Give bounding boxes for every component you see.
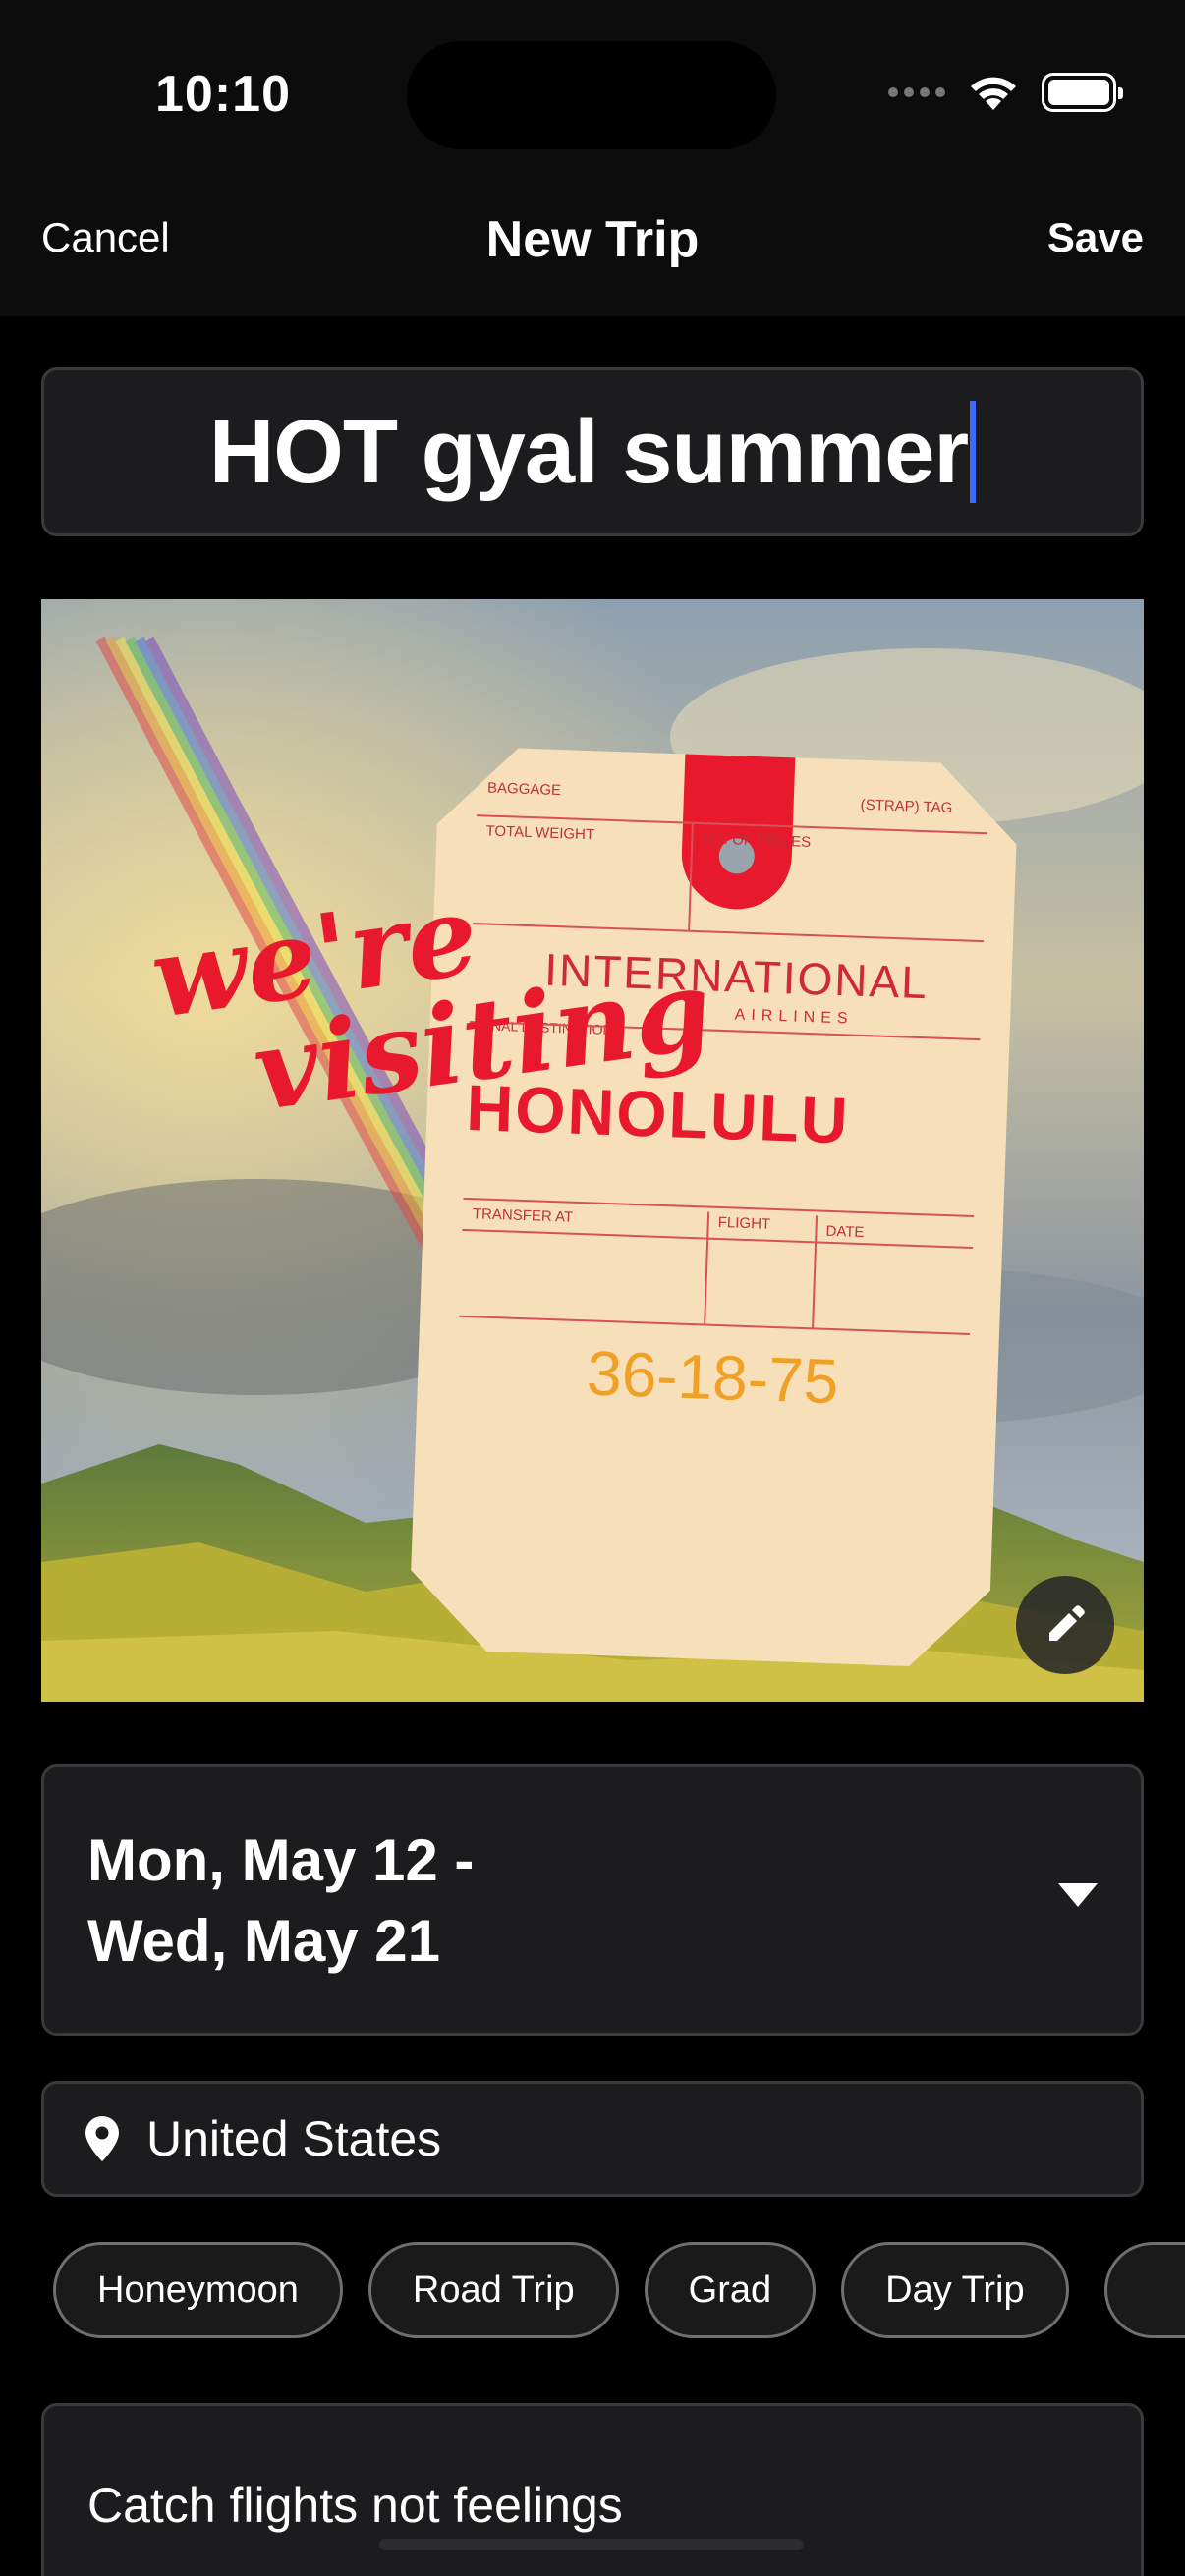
- chip-road-trip[interactable]: Road Trip: [367, 2242, 619, 2338]
- map-pin-icon: [85, 2116, 119, 2161]
- chip-grad[interactable]: Grad: [644, 2242, 817, 2338]
- tag-transfer-label: TRANSFER AT: [473, 1205, 574, 1226]
- chip-honeymoon[interactable]: Honeymoon: [53, 2242, 343, 2338]
- notes-value: Catch flights not feelings: [87, 2478, 623, 2533]
- wifi-icon: [971, 77, 1016, 110]
- trip-type-chips: Honeymoon Road Trip Grad Day Trip: [53, 2242, 1069, 2338]
- trip-name-input[interactable]: HOT gyal summer: [41, 367, 1144, 536]
- date-range-start: Mon, May 12 -: [87, 1827, 475, 1893]
- top-bar: 10:10 Cancel New Trip Save: [0, 0, 1185, 316]
- page-title: New Trip: [485, 211, 700, 268]
- tag-date-label: DATE: [825, 1223, 864, 1241]
- tag-code: 36-18-75: [586, 1337, 840, 1417]
- location-field[interactable]: United States: [41, 2081, 1144, 2197]
- chip-overflow[interactable]: [1104, 2242, 1185, 2338]
- save-button[interactable]: Save: [1047, 214, 1144, 261]
- status-time: 10:10: [155, 66, 291, 123]
- trip-name-value: HOT gyal summer: [208, 401, 969, 502]
- cellular-icon: [888, 87, 945, 97]
- date-range-end: Wed, May 21: [87, 1908, 441, 1974]
- dynamic-island: [407, 41, 776, 149]
- tag-strap-label: (STRAP) TAG: [860, 797, 952, 816]
- chip-day-trip[interactable]: Day Trip: [841, 2242, 1069, 2338]
- battery-icon: [1042, 73, 1123, 112]
- pencil-icon: [1049, 1605, 1085, 1641]
- trip-cover-image[interactable]: BAGGAGE (STRAP) TAG TOTAL WEIGHT NO. OF …: [41, 599, 1144, 1702]
- tag-baggage-label: BAGGAGE: [487, 779, 562, 799]
- tag-flight-label: FLIGHT: [717, 1214, 770, 1233]
- date-range-picker[interactable]: Mon, May 12 - Wed, May 21: [41, 1764, 1144, 2036]
- text-caret: [970, 401, 977, 503]
- home-indicator: [379, 2539, 804, 2550]
- chevron-down-icon: [1058, 1883, 1098, 1907]
- edit-cover-button[interactable]: [1016, 1576, 1114, 1674]
- location-value: United States: [146, 2111, 442, 2166]
- status-icons: [888, 73, 1123, 112]
